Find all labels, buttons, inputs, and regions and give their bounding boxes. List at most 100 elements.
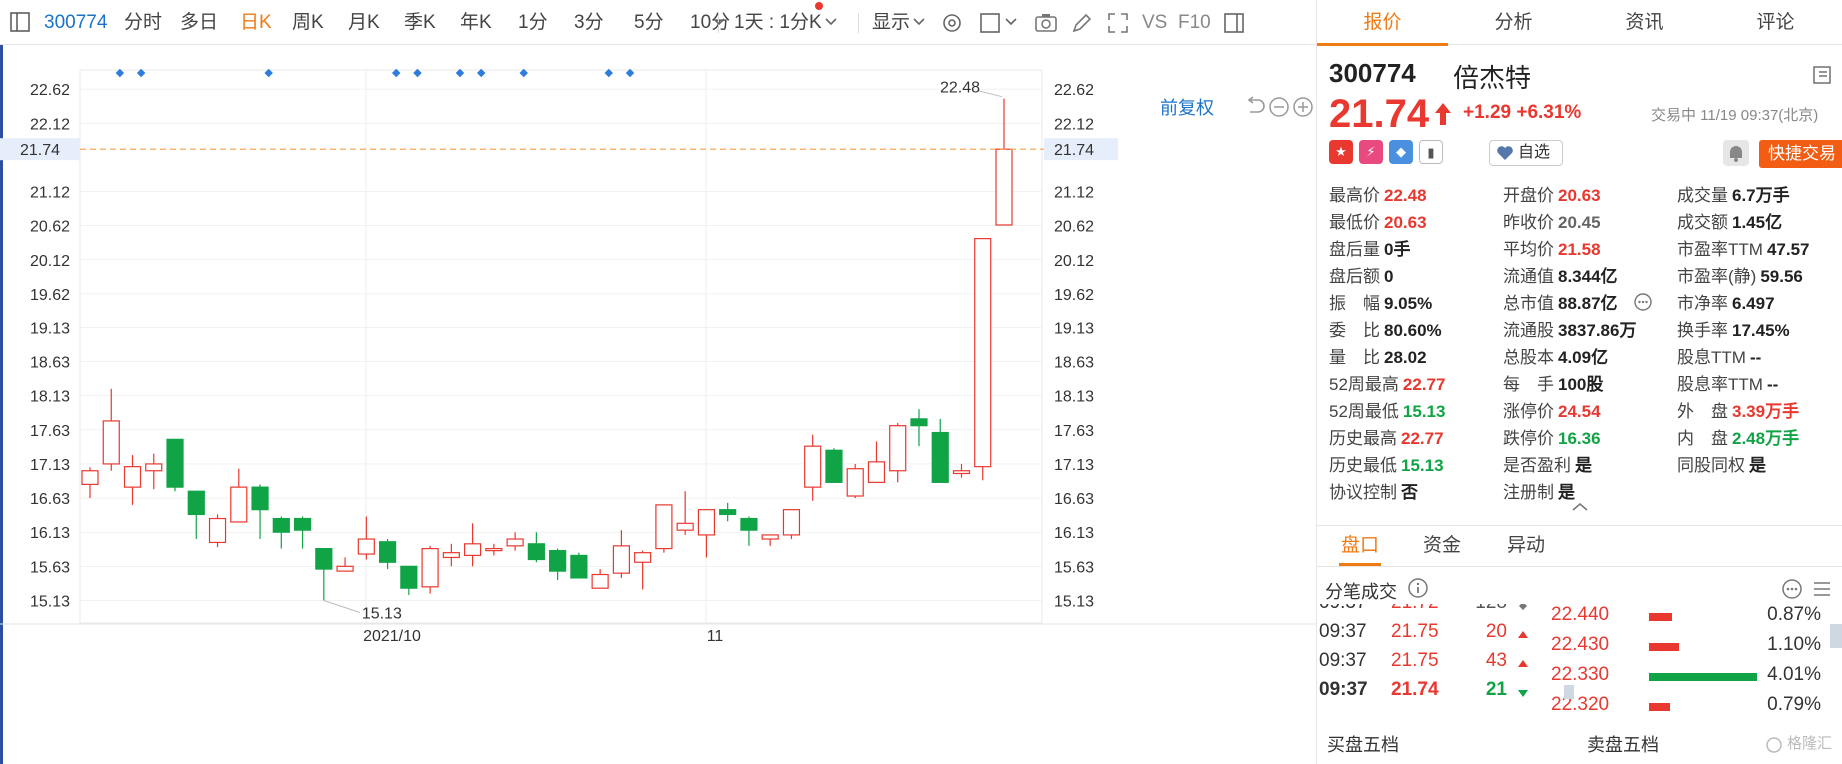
stat-value: 59.56: [1760, 267, 1803, 286]
order-level-percent: 0.87%: [1767, 604, 1821, 625]
stat-label: 市盈率TTM: [1677, 240, 1763, 259]
sub-tab[interactable]: 资金: [1423, 526, 1461, 566]
y-axis-tick-right: 17.63: [1054, 423, 1094, 440]
candle-up: [952, 470, 971, 475]
sub-tab[interactable]: 盘口: [1338, 526, 1382, 566]
tick-time: 09:37: [1319, 604, 1367, 614]
gear-icon[interactable]: [940, 11, 964, 35]
y-axis-tick-right: 22.12: [1054, 116, 1094, 133]
stat-value: 8.344亿: [1558, 267, 1618, 286]
candle-up: [612, 545, 630, 574]
more-options-icon[interactable]: [1633, 292, 1653, 312]
chevron-down-icon[interactable]: [712, 16, 726, 28]
stat-label: 昨收价: [1503, 213, 1554, 232]
lightning-icon[interactable]: ⚡: [1359, 140, 1383, 164]
stat-value: 28.02: [1384, 348, 1427, 367]
scrollbar-handle[interactable]: [1564, 685, 1574, 699]
stat-row: 委 比 80.60%: [1329, 320, 1442, 342]
y-axis-tick-left: 15.13: [30, 593, 70, 610]
stat-label: 振 幅: [1329, 294, 1380, 313]
stat-value: 3.39: [1732, 402, 1766, 421]
y-axis-tick-left: 21.12: [30, 185, 70, 202]
period-tab[interactable]: 年K: [460, 0, 492, 45]
more-options-icon[interactable]: [1781, 578, 1803, 600]
period-tab[interactable]: 分时: [124, 0, 162, 45]
tick-up-arrow-icon: [1518, 660, 1528, 667]
period-tab[interactable]: 多日: [180, 0, 218, 45]
display-menu[interactable]: 显示: [872, 0, 910, 45]
chevron-down-icon[interactable]: [1004, 16, 1018, 28]
chevron-up-icon[interactable]: [1571, 502, 1589, 512]
stat-label: 最低价: [1329, 213, 1380, 232]
notification-dot: [815, 2, 823, 10]
add-watchlist-button[interactable]: 自选: [1489, 140, 1563, 166]
stat-row: 昨收价 20.45: [1503, 212, 1601, 234]
sidebar-toggle-icon[interactable]: [10, 12, 30, 32]
candle-up: [485, 547, 503, 552]
x-axis-tick: 11: [707, 628, 724, 645]
info-icon[interactable]: [1407, 577, 1429, 599]
order-level-row: 22.320 0.79%: [1545, 694, 1842, 724]
f10-button[interactable]: F10: [1178, 0, 1211, 45]
kline-chart-svg[interactable]: 22.62 22.62 22.12 22.12 21.74 21.74 21.12 21.12…: [0, 45, 1316, 764]
y-axis-tick-left: 18.13: [30, 389, 70, 406]
period-tab[interactable]: 3分: [574, 0, 604, 45]
china-flag-icon: ★: [1329, 140, 1353, 164]
undo-icon[interactable]: [1244, 96, 1266, 118]
candle-down: [166, 438, 184, 488]
panel-tab[interactable]: 评论: [1710, 0, 1841, 45]
tick-volume: 20: [1485, 621, 1507, 642]
bell-icon[interactable]: [1723, 140, 1749, 166]
stat-row: 历史最低 15.13: [1329, 455, 1444, 477]
panel-toggle-icon[interactable]: [1222, 11, 1246, 35]
overlay-checkbox-icon[interactable]: [978, 11, 1002, 35]
order-level-price: 22.440: [1551, 604, 1610, 625]
stock-code-link[interactable]: 300774: [44, 0, 107, 45]
period-tab[interactable]: 周K: [292, 0, 324, 45]
pencil-icon[interactable]: [1070, 11, 1094, 35]
quick-trade-button[interactable]: 快捷交易: [1759, 140, 1842, 168]
stat-row: 每 手 100股: [1503, 374, 1603, 396]
stat-label: 平均价: [1503, 240, 1554, 259]
interval-select[interactable]: 1天 : 1分K: [734, 0, 822, 45]
kline-chart[interactable]: 22.62 22.62 22.12 22.12 21.74 21.74 21.12 21.12…: [0, 45, 1316, 764]
list-view-icon[interactable]: [1811, 578, 1833, 600]
period-tab[interactable]: 5分: [634, 0, 664, 45]
fullscreen-icon[interactable]: [1106, 11, 1130, 35]
stat-row: 涨停价 24.54: [1503, 401, 1601, 423]
period-tab[interactable]: 季K: [404, 0, 436, 45]
candle-down: [825, 449, 843, 483]
stat-value: 4.09亿: [1558, 348, 1609, 367]
tick-neutral-icon: [1519, 604, 1527, 610]
period-tab[interactable]: 月K: [348, 0, 380, 45]
compare-vs-button[interactable]: VS: [1142, 0, 1167, 45]
bookmark-icon[interactable]: ▮: [1419, 140, 1443, 164]
camera-icon[interactable]: [1034, 11, 1058, 35]
zoom-out-icon[interactable]: [1268, 96, 1290, 118]
stat-row: 外 盘 3.39万手: [1677, 401, 1799, 423]
chevron-down-icon[interactable]: [912, 16, 926, 28]
candle-up: [230, 486, 248, 523]
stat-row: 同股同权是: [1677, 455, 1766, 477]
period-tab[interactable]: 1分: [518, 0, 548, 45]
y-axis-tick-right: 21.12: [1054, 185, 1094, 202]
zoom-in-icon[interactable]: [1292, 96, 1314, 118]
period-tab[interactable]: 日K: [240, 0, 272, 45]
sub-tab[interactable]: 异动: [1507, 526, 1545, 566]
chevron-down-icon[interactable]: [824, 16, 838, 28]
order-level-bar: [1649, 613, 1672, 621]
price-adjust-link[interactable]: 前复权: [1160, 94, 1214, 120]
tick-time: 09:37: [1319, 621, 1367, 642]
notes-icon[interactable]: [1811, 64, 1833, 86]
tick-row: 09:37 21.75 20: [1317, 621, 1537, 650]
candle-down: [293, 517, 312, 531]
tick-trades-list[interactable]: 09:3721.7212809:3721.752009:3721.754309:…: [1317, 604, 1537, 724]
order-level-list[interactable]: 22.440 0.87% 22.430 1.10% 22.330 4.01% 22.320 0…: [1545, 604, 1842, 724]
panel-tab[interactable]: 资讯: [1579, 0, 1710, 45]
panel-tab[interactable]: 报价: [1317, 0, 1448, 46]
scrollbar-handle-right[interactable]: [1830, 624, 1842, 648]
panel-tab[interactable]: 分析: [1448, 0, 1579, 45]
order-level-row: 22.330 4.01%: [1545, 664, 1842, 694]
y-axis-tick-right: 22.62: [1054, 82, 1094, 99]
tag-icon[interactable]: ◆: [1389, 140, 1413, 164]
